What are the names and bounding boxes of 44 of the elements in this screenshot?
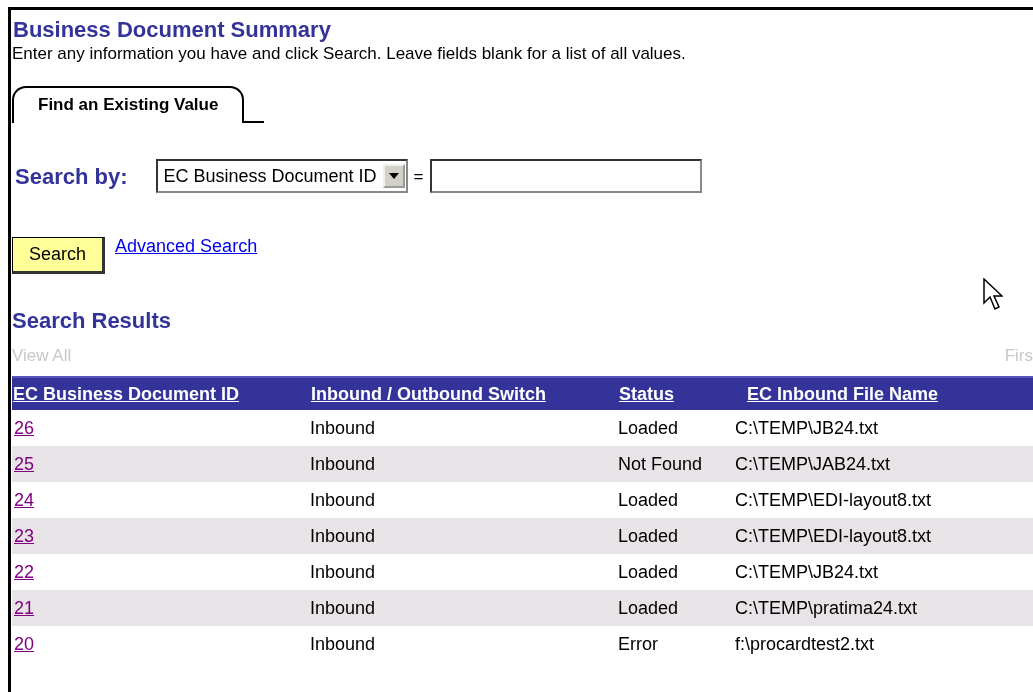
table-cell-text: C:\TEMP\JB24.txt: [735, 561, 880, 585]
document-id-link[interactable]: 22: [12, 562, 35, 583]
table-cell: Inbound: [310, 590, 618, 627]
mouse-pointer-icon: [983, 278, 1003, 312]
table-cell-text: C:\TEMP\JB24.txt: [735, 417, 880, 441]
dropdown-arrow-icon[interactable]: [388, 173, 399, 180]
search-value-field[interactable]: [429, 159, 702, 194]
operator-text: =: [413, 165, 424, 188]
document-id-link[interactable]: 23: [12, 526, 35, 547]
tab[interactable]: Find an Existing Value: [12, 86, 245, 124]
table-cell-text: Loaded: [618, 561, 680, 585]
table-cell: Inbound: [310, 518, 618, 555]
table-cell-text: Inbound: [310, 489, 377, 513]
table-cell-text: C:\TEMP\EDI-layout8.txt: [735, 489, 933, 513]
table-cell-text: Inbound: [310, 417, 377, 441]
table-cell: Loaded: [618, 590, 735, 627]
table-cell: Loaded: [618, 518, 735, 555]
document-id-link[interactable]: 20: [12, 634, 35, 655]
table-cell: C:\TEMP\JAB24.txt: [735, 446, 1033, 483]
table-cell: C:\TEMP\pratima24.txt: [735, 590, 1033, 627]
table-cell-text: Inbound: [310, 633, 377, 657]
table-cell-text: f:\procardtest2.txt: [735, 633, 876, 657]
table-cell: Not Found: [618, 446, 735, 483]
table-cell: C:\TEMP\EDI-layout8.txt: [735, 518, 1033, 555]
document-id-link[interactable]: 25: [12, 454, 35, 475]
column-header[interactable]: Inbound / Outbound Switch: [310, 376, 618, 411]
table-cell-text: Inbound: [310, 561, 377, 585]
instructions-text: Enter any information you have and click Search. Leave fields blank for a list of all values.: [12, 43, 687, 66]
table-cell: Inbound: [310, 446, 618, 483]
field-dropdown[interactable]: EC Business Document ID: [155, 159, 408, 194]
column-header[interactable]: EC Inbound File Name: [735, 376, 1033, 411]
table-cell-text: Loaded: [618, 489, 680, 513]
document-id-link[interactable]: 24: [12, 490, 35, 511]
search-by-label: Search by:: [15, 163, 128, 191]
results-title: Search Results: [12, 308, 172, 335]
advanced-search-link[interactable]: Advanced Search: [115, 233, 258, 261]
table-cell-text: Error: [618, 633, 659, 657]
search-button[interactable]: Search: [12, 237, 106, 275]
document-id-link[interactable]: 21: [12, 598, 35, 619]
column-header[interactable]: Status: [618, 376, 735, 411]
table-cell-text: Loaded: [618, 417, 680, 441]
page-title: Business Document Summary: [13, 17, 332, 44]
column-header[interactable]: EC Business Document ID: [12, 376, 310, 411]
document-id-link[interactable]: 26: [12, 418, 35, 439]
